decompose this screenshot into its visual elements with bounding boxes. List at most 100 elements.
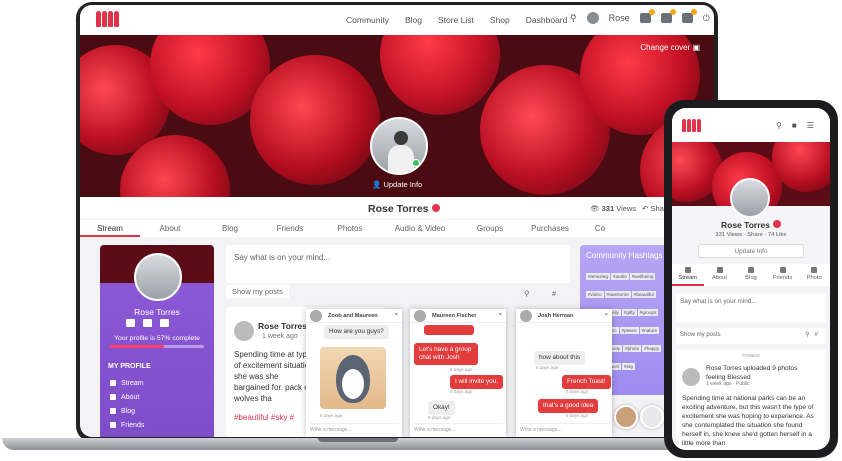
change-cover-button[interactable]: Change cover ▣ [640,43,700,52]
chat-message: how about this [534,351,586,365]
tab-stream[interactable]: Stream [80,220,140,237]
hashtag-chip[interactable]: #photo [623,345,642,352]
post-author-avatar[interactable] [682,368,700,386]
chat-header[interactable]: Maureen Fischer × [410,309,506,323]
hashtag-icon[interactable]: # [552,289,556,298]
hashtag-chip[interactable]: #groups [637,309,659,316]
messages-icon[interactable] [143,319,152,327]
nav-dashboard[interactable]: Dashboard [526,15,568,25]
chat-input[interactable]: Write a message... [310,423,398,433]
post-meta: 1 week ago · Public [706,381,750,387]
notification-icon[interactable]: ■ [792,121,797,130]
power-icon[interactable]: ⏻ [703,13,710,24]
search-icon[interactable]: ⚲ # [805,331,818,338]
hashtag-chip[interactable]: #wellbeing [629,273,656,280]
notification-icon[interactable] [126,319,135,327]
chat-input[interactable]: Write a message... [414,423,502,433]
chat-head-avatar[interactable] [640,405,664,429]
hashtag-chip[interactable]: #video [586,291,604,298]
my-profile-heading: MY PROFILE [108,363,151,370]
hashtag-chip[interactable]: #happy [642,345,662,352]
hashtag-chip[interactable]: #nature [639,327,660,334]
close-icon[interactable]: × [395,312,398,318]
tab-about[interactable]: About [704,264,736,286]
nav-community[interactable]: Community [346,15,389,25]
search-icon[interactable]: ⚲ [570,13,577,24]
sidebar-avatar[interactable] [134,253,182,301]
search-icon[interactable]: ⚲ [524,289,530,298]
sidebar-icons [126,319,169,327]
profile-sidebar-card: Rose Torres Your profile is 57% complete… [100,245,214,437]
tab-friends[interactable]: Friends [260,220,320,237]
messages-icon[interactable] [660,9,676,23]
nav-shop[interactable]: Shop [490,15,510,25]
hashtag-chip[interactable]: #gifty [621,309,637,316]
tab-friends[interactable]: Friends [767,264,799,286]
nav-links: Community Blog Store List Shop Dashboard [346,15,567,25]
user-avatar[interactable] [586,12,599,24]
mobile-update-info-button[interactable]: Update Info [698,244,804,258]
mobile-profile-name: Rose Torres [672,220,830,230]
tab-groups[interactable]: Groups [460,220,520,237]
tab-purchases[interactable]: Purchases [520,220,580,237]
chat-header[interactable]: Josh Herman × [516,309,612,323]
site-logo[interactable] [682,119,701,132]
close-icon[interactable]: × [499,312,502,318]
update-info-button[interactable]: 👤 Update Info [372,180,422,189]
close-icon[interactable]: × [605,312,608,318]
user-name[interactable]: Rose [609,13,630,23]
profile-tabs: Stream About Blog Friends Photos Audio &… [80,219,714,237]
profile-picture[interactable] [370,117,428,175]
post-tags[interactable]: #beautiful #sky # [234,413,294,422]
sidebar-item-about[interactable]: About [110,391,144,405]
like-button[interactable]: 74 Like [768,232,787,238]
tab-blog[interactable]: Blog [735,264,767,286]
hashtag-chip[interactable]: #peace [619,327,639,334]
site-logo[interactable] [96,11,119,27]
hashtag-chip[interactable]: #amazing [586,273,610,280]
share-button[interactable]: Share [747,232,762,238]
tab-stream[interactable]: Stream [672,264,704,286]
hashtag-chip[interactable]: #beautiful [631,291,656,298]
tab-photo[interactable]: Photo [798,264,830,286]
notification-icon[interactable] [639,9,655,23]
chat-message: I will invite you. [450,375,503,389]
sidebar-item-stream[interactable]: Stream [110,377,144,391]
mobile-post-composer[interactable]: Say what is on your mind... [676,294,826,322]
chat-window: Josh Herman × how about this 6 days ago F… [516,309,612,437]
friends-icon[interactable] [160,319,169,327]
post-author[interactable]: Rose Torres [258,321,307,331]
menu-icon[interactable]: ☰ [807,121,814,130]
post-author-avatar[interactable] [234,321,254,341]
mobile-profile-picture[interactable] [730,178,770,218]
friends-icon[interactable] [681,9,697,23]
nav-store-list[interactable]: Store List [438,15,474,25]
chat-header[interactable]: Zoob and Maureen × [306,309,402,323]
show-my-posts-button[interactable]: Show my posts [226,285,289,298]
chat-input[interactable]: Write a message... [520,423,608,433]
laptop-frame: Community Blog Store List Shop Dashboard… [76,2,718,442]
tab-about[interactable]: About [140,220,200,237]
tab-audio-video[interactable]: Audio & Video [380,220,460,237]
search-icon[interactable]: ⚲ [776,121,782,130]
sidebar-menu: Stream About Blog Friends [110,377,144,433]
hashtag-chip[interactable]: #sky [621,363,636,370]
hashtag-chip[interactable]: #audio [610,273,629,280]
hashtag-chip[interactable]: #awesome [604,291,631,298]
show-my-posts-button[interactable]: Show my posts [680,332,721,338]
tab-photos[interactable]: Photos [320,220,380,237]
chat-time: 6 days ago [566,389,589,394]
tab-more[interactable]: Co [580,220,620,237]
post-composer[interactable]: Say what is on your mind... [226,245,570,283]
sidebar-item-blog[interactable]: Blog [110,405,144,419]
chat-message: Let's have a group chat with Josh [414,343,478,365]
nav-blog[interactable]: Blog [405,15,422,25]
sidebar-item-friends[interactable]: Friends [110,419,144,433]
chat-head-avatar[interactable] [614,405,638,429]
tab-blog[interactable]: Blog [200,220,260,237]
online-status-indicator [412,159,420,167]
nav-icons: ⚲ Rose ⏻ [570,9,710,24]
pinned-label: PINNED [742,353,760,358]
post-text: Spending time at type of excitement situ… [234,350,314,403]
marketing-mockup: Community Blog Store List Shop Dashboard… [0,0,842,461]
